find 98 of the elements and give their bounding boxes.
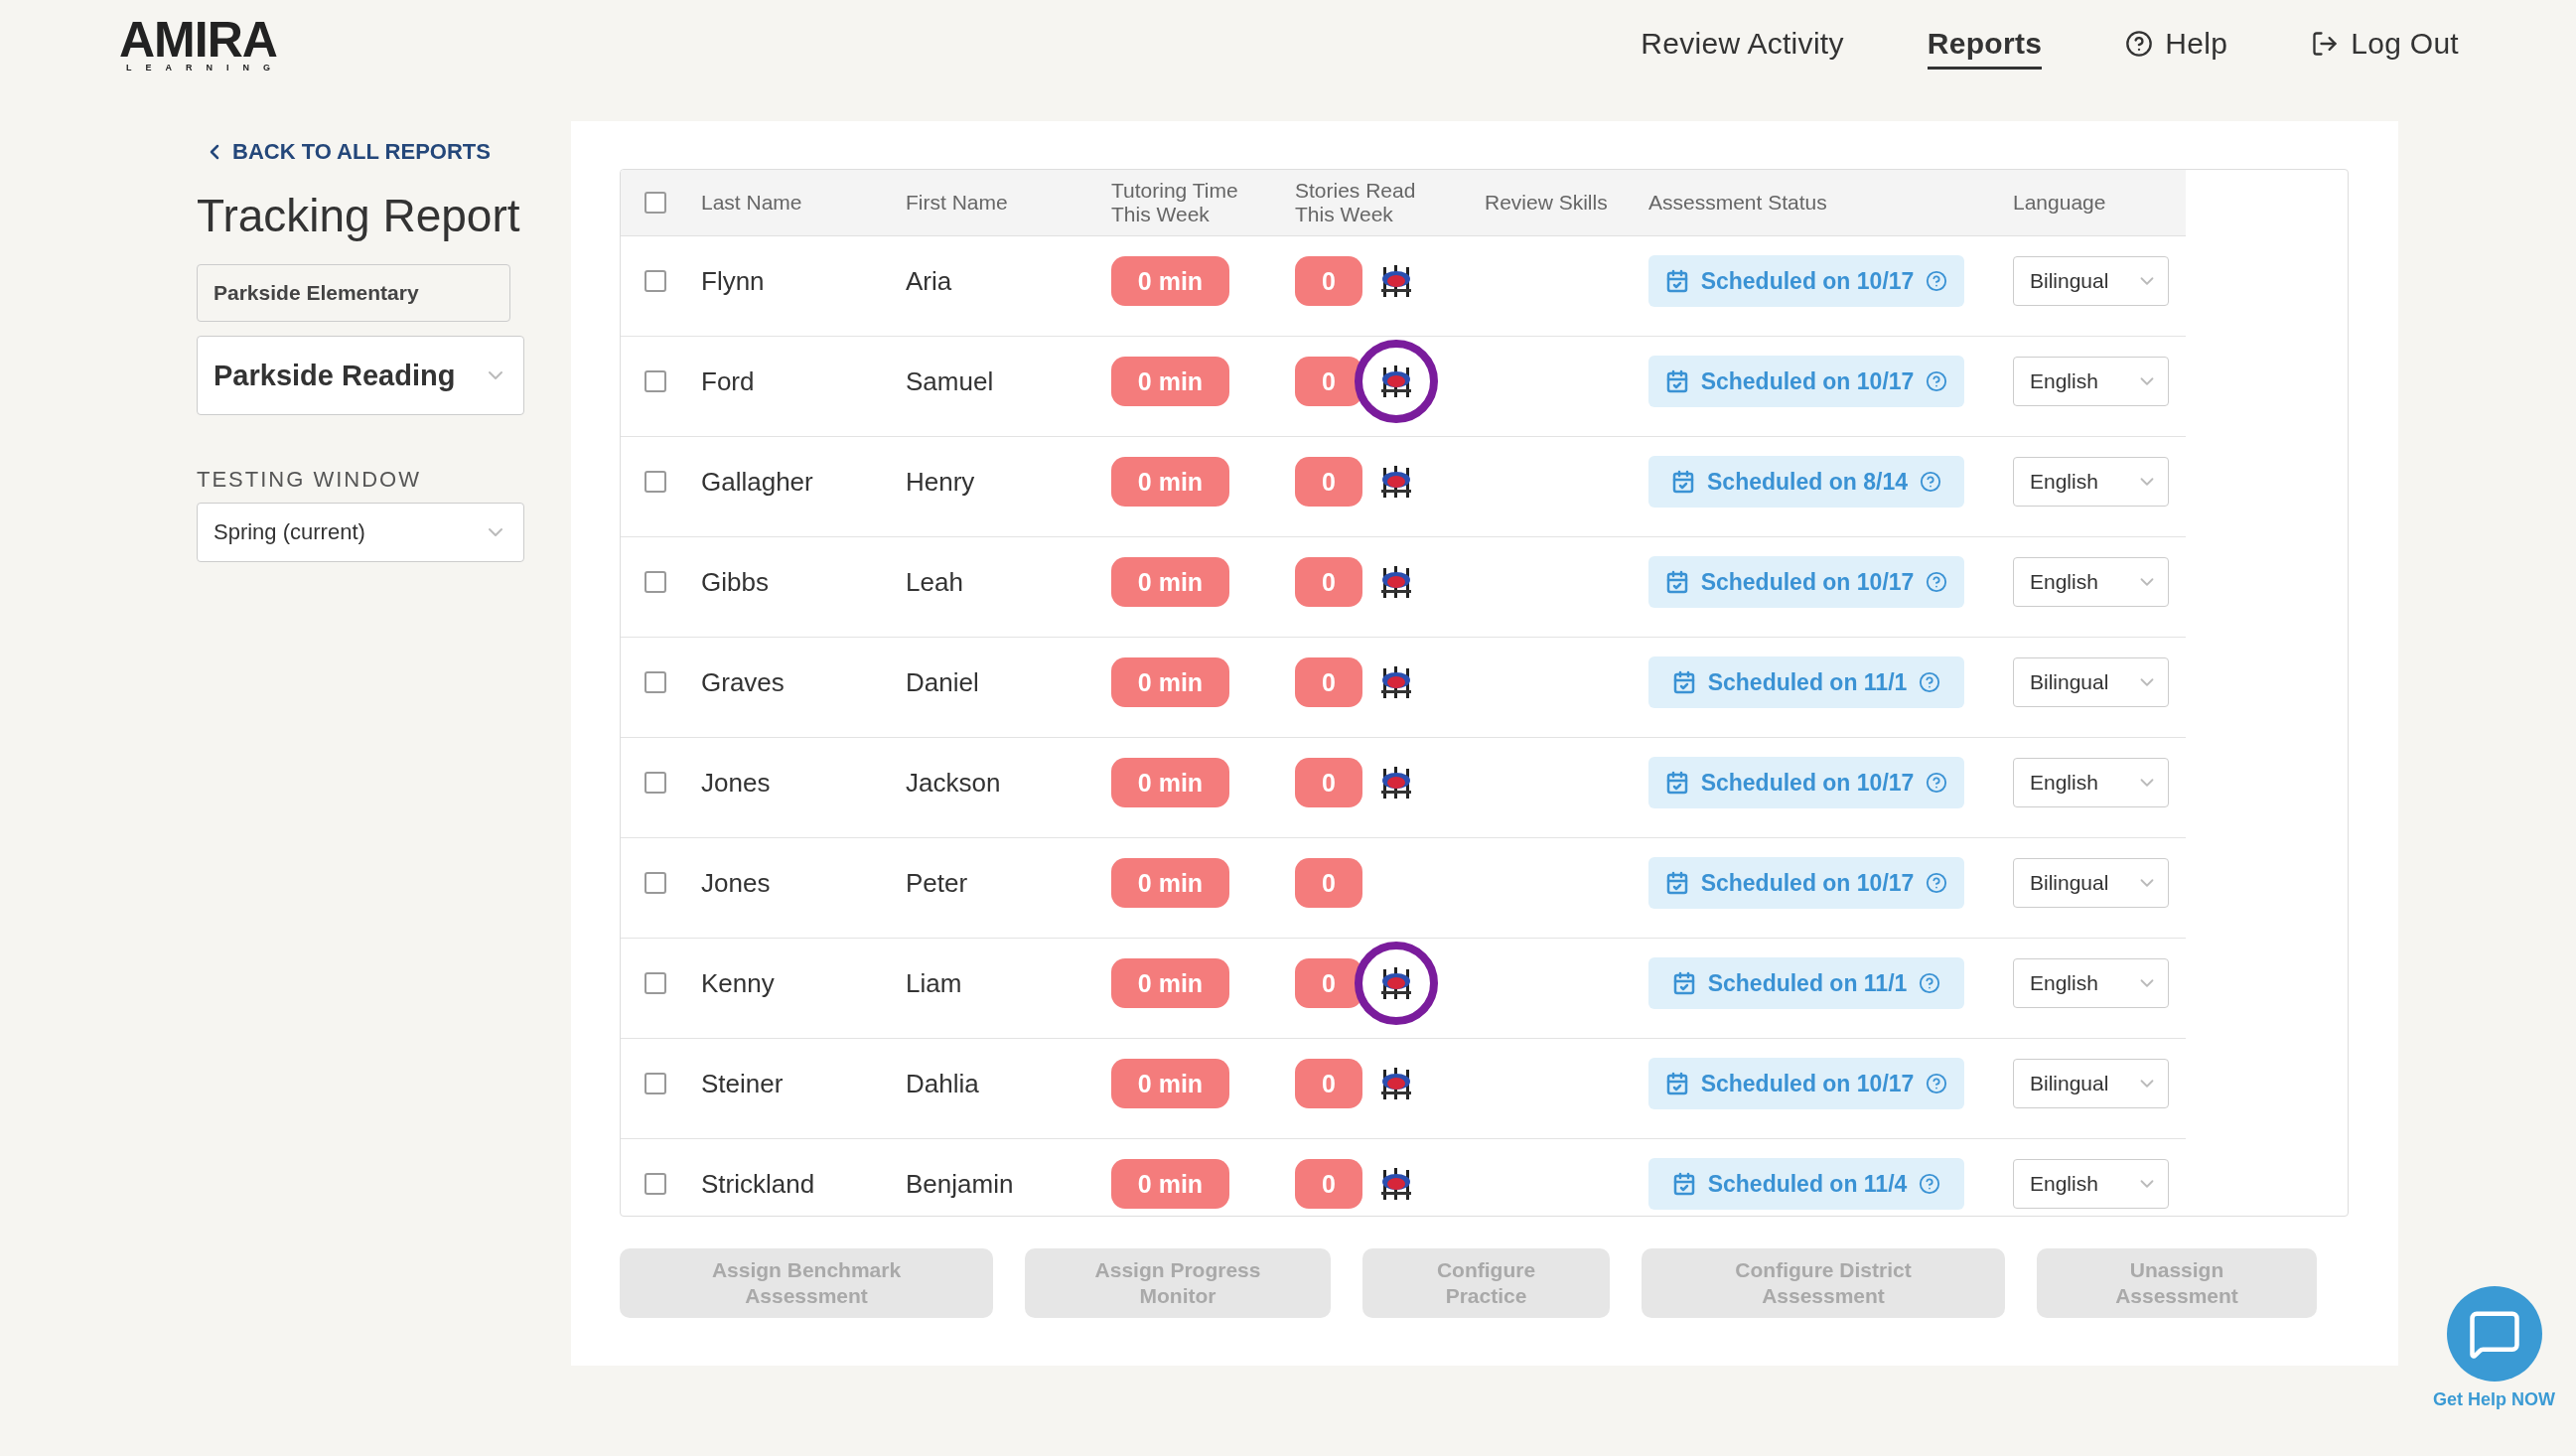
last-name-cell-text: Jones: [701, 867, 772, 899]
column-header: First Name: [906, 191, 1009, 215]
last-name-cell-text: Steiner: [701, 1068, 785, 1099]
nav-link[interactable]: Log Out: [2311, 20, 2459, 70]
column-header: Stories Read This Week: [1295, 179, 1417, 226]
last-name-cell-text: Graves: [701, 666, 786, 698]
row-checkbox[interactable]: [644, 671, 666, 693]
tutoring-time-badge: 0 min: [1111, 1059, 1229, 1108]
back-link[interactable]: BACK TO ALL REPORTS: [203, 139, 524, 165]
nav-link[interactable]: Reports: [1927, 20, 2043, 70]
column-header: Tutoring Time This Week: [1111, 179, 1239, 226]
help-icon: [1919, 671, 1941, 693]
column-header: Language: [2013, 191, 2107, 215]
calendar-icon: [1664, 570, 1689, 594]
logo: AMIRA LEARNING: [119, 17, 277, 73]
help-icon: [2125, 29, 2154, 58]
tutoring-time-badge: 0 min: [1111, 758, 1229, 807]
row-checkbox[interactable]: [644, 872, 666, 894]
last-name-cell-text: Ford: [701, 365, 756, 397]
stories-read-badge: 0: [1295, 758, 1362, 807]
help-icon: [1919, 471, 1941, 493]
nav-link[interactable]: Help: [2125, 20, 2228, 70]
testing-window-select[interactable]: Spring (current): [197, 503, 524, 562]
stories-read-badge: 0: [1295, 557, 1362, 607]
calendar-icon: [1664, 269, 1689, 293]
language-select[interactable]: English: [2013, 1159, 2169, 1209]
tutoring-time-badge: 0 min: [1111, 958, 1229, 1008]
row-checkbox[interactable]: [644, 471, 666, 493]
row-checkbox[interactable]: [644, 571, 666, 593]
calendar-icon: [1664, 871, 1689, 895]
language-select[interactable]: English: [2013, 958, 2169, 1008]
first-name-cell-text: Dahlia: [906, 1068, 980, 1099]
class-select[interactable]: Parkside Reading: [197, 336, 524, 415]
help-icon: [1926, 772, 1948, 794]
help-icon: [1926, 571, 1948, 593]
column-header: Last Name: [701, 191, 803, 215]
last-name-cell-text: Gallagher: [701, 466, 814, 498]
tutoring-time-badge: 0 min: [1111, 557, 1229, 607]
row-checkbox[interactable]: [644, 772, 666, 794]
first-name-cell-text: Peter: [906, 867, 969, 899]
nav-link[interactable]: Review Activity: [1641, 20, 1844, 70]
tutoring-time-badge: 0 min: [1111, 357, 1229, 406]
calendar-icon: [1664, 1072, 1689, 1095]
language-select[interactable]: English: [2013, 357, 2169, 406]
tutoring-time-badge: 0 min: [1111, 657, 1229, 707]
first-name-cell-text: Liam: [906, 967, 963, 999]
tutoring-time-badge: 0 min: [1111, 457, 1229, 507]
page-title: Tracking Report: [197, 189, 521, 243]
last-name-cell-text: Gibbs: [701, 566, 770, 598]
last-name-cell-text: Flynn: [701, 265, 766, 297]
tutoring-time-badge: 0 min: [1111, 858, 1229, 908]
last-name-cell-text: Jones: [701, 767, 772, 799]
stories-read-badge: 0: [1295, 256, 1362, 306]
language-select[interactable]: Bilingual: [2013, 1059, 2169, 1108]
tutoring-time-badge: 0 min: [1111, 256, 1229, 306]
calendar-icon: [1671, 971, 1696, 995]
language-select[interactable]: English: [2013, 557, 2169, 607]
last-name-cell-text: Kenny: [701, 967, 776, 999]
language-select[interactable]: English: [2013, 457, 2169, 507]
language-select[interactable]: Bilingual: [2013, 256, 2169, 306]
language-select[interactable]: English: [2013, 758, 2169, 807]
calendar-icon: [1664, 369, 1689, 393]
calendar-icon: [1664, 771, 1689, 795]
row-checkbox[interactable]: [644, 270, 666, 292]
language-select[interactable]: Bilingual: [2013, 858, 2169, 908]
column-header: Review Skills: [1485, 191, 1609, 215]
calendar-icon: [1671, 1172, 1696, 1196]
stories-read-badge: 0: [1295, 858, 1362, 908]
first-name-cell-text: Jackson: [906, 767, 1002, 799]
first-name-cell-text: Samuel: [906, 365, 995, 397]
help-icon: [1926, 872, 1948, 894]
help-icon: [1926, 270, 1948, 292]
calendar-icon: [1671, 670, 1696, 694]
testing-window-label: TESTING WINDOW: [197, 467, 422, 493]
first-name-cell-text: Benjamin: [906, 1168, 1015, 1200]
stories-read-badge: 0: [1295, 1159, 1362, 1209]
first-name-cell-text: Leah: [906, 566, 964, 598]
row-checkbox[interactable]: [644, 972, 666, 994]
stories-read-badge: 0: [1295, 657, 1362, 707]
help-icon: [1919, 1173, 1941, 1195]
row-checkbox[interactable]: [644, 1073, 666, 1094]
tutoring-time-badge: 0 min: [1111, 1159, 1229, 1209]
row-checkbox[interactable]: [644, 1173, 666, 1195]
help-icon: [1926, 1073, 1948, 1094]
select-all-checkbox[interactable]: [644, 192, 666, 214]
first-name-cell-text: Aria: [906, 265, 953, 297]
row-checkbox[interactable]: [644, 370, 666, 392]
last-name-cell-text: Strickland: [701, 1168, 816, 1200]
language-select[interactable]: Bilingual: [2013, 657, 2169, 707]
first-name-cell-text: Daniel: [906, 666, 980, 698]
column-header: Assessment Status: [1648, 191, 1828, 215]
school-field[interactable]: Parkside Elementary: [197, 264, 510, 322]
first-name-cell-text: Henry: [906, 466, 976, 498]
help-icon: [1926, 370, 1948, 392]
stories-read-badge: 0: [1295, 1059, 1362, 1108]
calendar-icon: [1671, 470, 1695, 494]
stories-read-badge: 0: [1295, 457, 1362, 507]
help-icon: [1919, 972, 1941, 994]
